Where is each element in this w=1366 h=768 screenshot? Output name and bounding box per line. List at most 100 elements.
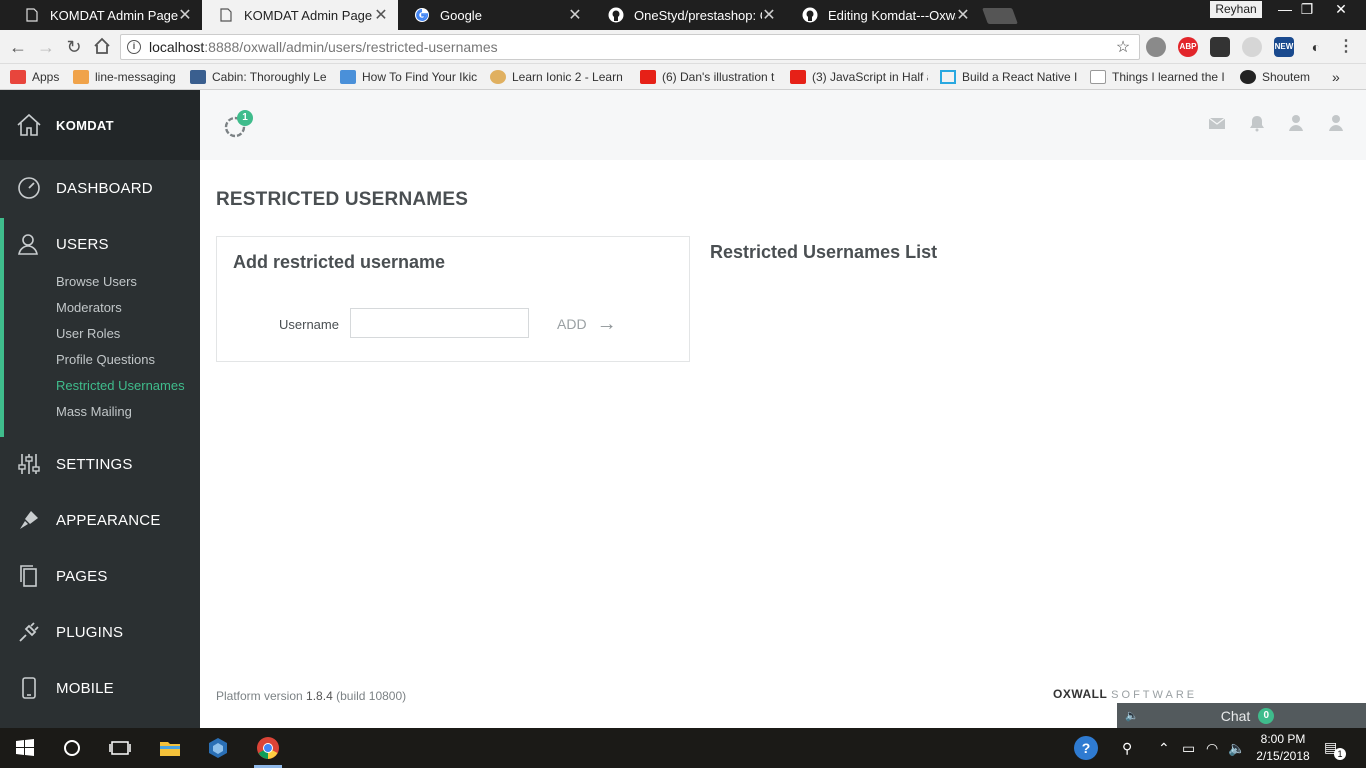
virtualbox-icon[interactable]: [206, 736, 230, 760]
browser-tab[interactable]: Editing Komdat---Oxwall ✕: [786, 0, 980, 30]
pma-icon: [73, 70, 89, 84]
bookmark-item[interactable]: Things I learned the I: [1090, 68, 1226, 86]
browser-tab-strip: KOMDAT Admin Page ✕ KOMDAT Admin Page ✕ …: [0, 0, 1366, 30]
close-tab-icon[interactable]: ✕: [568, 5, 582, 25]
bookmark-item[interactable]: Cabin: Thoroughly Le: [190, 68, 330, 86]
username-input[interactable]: [350, 308, 529, 338]
google-icon: [414, 7, 430, 23]
back-icon[interactable]: ←: [8, 37, 28, 57]
taskbar-clock[interactable]: 8:00 PM 2/15/2018: [1248, 731, 1318, 765]
bookmark-item[interactable]: (6) Dan's illustration t: [640, 68, 778, 86]
sidebar-subitem-mass-mailing[interactable]: Mass Mailing: [56, 404, 132, 419]
new-tab-button[interactable]: [982, 8, 1018, 24]
sidebar-item-settings[interactable]: SETTINGS: [0, 444, 200, 484]
bookmark-item[interactable]: Shoutem: [1240, 68, 1320, 86]
g-square-icon: [340, 70, 356, 84]
mail-icon[interactable]: [1208, 114, 1226, 132]
sidebar-item-mobile[interactable]: MOBILE: [0, 668, 200, 708]
oxwall-logo[interactable]: OXWALL SOFTWARE: [1053, 687, 1197, 701]
sound-icon[interactable]: 🔈: [1125, 709, 1139, 722]
bookmarks-bar: Apps line-messaging Cabin: Thoroughly Le…: [0, 64, 1366, 90]
close-window-icon[interactable]: ✕: [1324, 0, 1358, 20]
forward-icon[interactable]: →: [36, 37, 56, 57]
reload-icon[interactable]: ↻: [64, 37, 84, 57]
bookmark-item[interactable]: Build a React Native I: [940, 68, 1078, 86]
arrow-right-icon: →: [596, 313, 617, 335]
platform-version: Platform version 1.8.4 (build 10800): [216, 689, 407, 703]
close-tab-icon[interactable]: ✕: [178, 5, 192, 25]
chrome-icon[interactable]: [256, 736, 280, 760]
panel-heading: Add restricted username: [233, 252, 446, 272]
news-extension-icon[interactable]: NEW: [1274, 37, 1294, 57]
bookmark-item[interactable]: How To Find Your Ikic: [340, 68, 478, 86]
people-icon[interactable]: ⚲: [1122, 740, 1132, 757]
search-circle-icon[interactable]: [60, 736, 84, 760]
sidebar-item-appearance[interactable]: APPEARANCE: [0, 500, 200, 540]
admin-sidebar: KOMDAT DASHBOARD USERS Browse Users Mode…: [0, 90, 200, 728]
browser-tab[interactable]: KOMDAT Admin Page ✕: [8, 0, 202, 30]
sidebar-item-plugins[interactable]: PLUGINS: [0, 612, 200, 652]
sidebar-subitem-moderators[interactable]: Moderators: [56, 300, 122, 315]
gauge-icon: [16, 175, 42, 201]
home-icon: [17, 113, 41, 136]
close-tab-icon[interactable]: ✕: [762, 5, 776, 25]
bell-icon[interactable]: [1248, 114, 1266, 132]
windows-start-icon[interactable]: [13, 736, 37, 760]
chat-bar[interactable]: 🔈 Chat 0: [1117, 703, 1366, 728]
sidebar-subitem-restricted-usernames[interactable]: Restricted Usernames: [56, 378, 185, 393]
profile-button[interactable]: Reyhan: [1210, 1, 1262, 18]
user-icon[interactable]: [1327, 114, 1345, 132]
sidebar-item-dashboard[interactable]: DASHBOARD: [0, 168, 200, 208]
chat-count-badge: 0: [1258, 707, 1275, 724]
extension-icon[interactable]: ◐: [1306, 37, 1326, 57]
bookmark-star-icon[interactable]: ☆: [1113, 37, 1133, 57]
bookmark-item[interactable]: line-messaging: [73, 68, 188, 86]
help-icon[interactable]: ?: [1074, 736, 1098, 760]
browser-tab-active[interactable]: KOMDAT Admin Page ✕: [202, 0, 398, 30]
sidebar-subitem-browse-users[interactable]: Browse Users: [56, 274, 137, 289]
menu-icon[interactable]: ⋮: [1336, 37, 1356, 57]
github-icon: [802, 7, 818, 23]
admin-topbar: 1: [200, 90, 1366, 160]
close-tab-icon[interactable]: ✕: [956, 5, 970, 25]
info-icon[interactable]: i: [127, 40, 141, 54]
sidebar-subitem-user-roles[interactable]: User Roles: [56, 326, 120, 341]
file-explorer-icon[interactable]: [158, 736, 182, 760]
browser-tab[interactable]: OneStyd/prestashop: CM ✕: [592, 0, 786, 30]
browser-tab[interactable]: Google ✕: [398, 0, 592, 30]
sidebar-item-users[interactable]: USERS: [0, 224, 200, 264]
sidebar-brand[interactable]: KOMDAT: [0, 90, 200, 160]
github-icon: [608, 7, 624, 23]
bookmark-item[interactable]: Learn Ionic 2 - Learn: [490, 68, 624, 86]
username-label: Username: [279, 317, 339, 332]
close-tab-icon[interactable]: ✕: [374, 5, 388, 25]
adblock-icon[interactable]: ABP: [1178, 37, 1198, 57]
bookmark-item[interactable]: (3) JavaScript in Half a: [790, 68, 928, 86]
add-button[interactable]: ADD →: [557, 313, 617, 335]
bookmarks-overflow-icon[interactable]: »: [1332, 68, 1348, 86]
home-icon[interactable]: [92, 37, 112, 57]
restore-icon[interactable]: ❐: [1290, 0, 1324, 20]
sidebar-subitem-profile-questions[interactable]: Profile Questions: [56, 352, 155, 367]
task-view-icon[interactable]: [108, 736, 132, 760]
youtube-icon: [640, 70, 656, 84]
battery-icon[interactable]: ▭: [1182, 740, 1195, 757]
chevron-up-icon[interactable]: ⌃: [1158, 740, 1170, 757]
github-icon: [1240, 70, 1256, 84]
user-icon: [16, 231, 42, 257]
volume-icon[interactable]: 🔈: [1228, 740, 1245, 757]
extension-icon[interactable]: [1146, 37, 1166, 57]
brand-name: KOMDAT: [56, 117, 114, 133]
sidebar-item-pages[interactable]: PAGES: [0, 556, 200, 596]
url-host: localhost: [149, 39, 205, 55]
react-devtools-icon[interactable]: [1242, 37, 1262, 57]
ship-icon: [190, 70, 206, 84]
triangle-icon: [940, 70, 956, 84]
address-bar[interactable]: i localhost:8888/oxwall/admin/users/rest…: [120, 34, 1140, 60]
bookmark-item[interactable]: Apps: [10, 68, 70, 86]
extension-icon[interactable]: [1210, 37, 1230, 57]
person-icon: [490, 70, 506, 84]
mobile-icon: [16, 675, 42, 701]
user-icon[interactable]: [1287, 114, 1305, 132]
wifi-icon[interactable]: ◠: [1206, 740, 1218, 757]
